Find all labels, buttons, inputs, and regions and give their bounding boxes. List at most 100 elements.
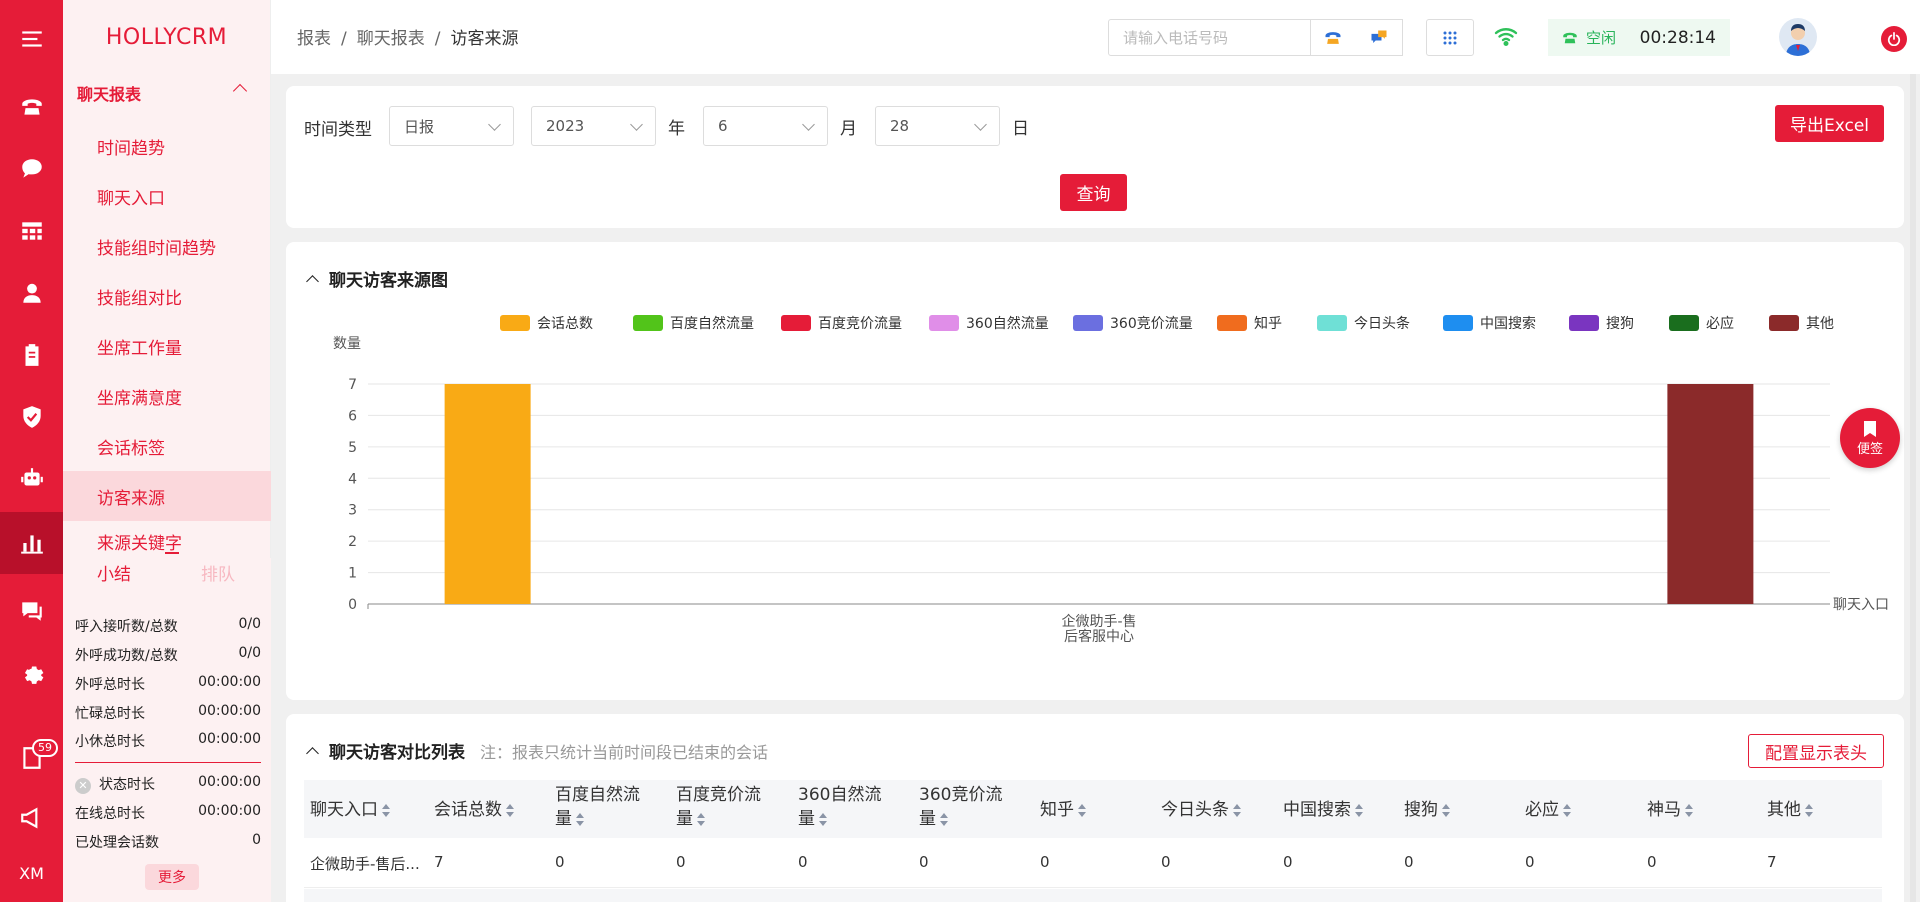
sort-icon[interactable] <box>576 812 585 826</box>
sort-icon[interactable] <box>1685 803 1694 817</box>
menu-item-chat-entry[interactable]: 聊天入口 <box>63 171 271 221</box>
table-section-title[interactable]: 聊天访客对比列表 <box>306 738 465 763</box>
column-header[interactable]: 360自然流量 <box>798 783 881 831</box>
menu-item-session-tags[interactable]: 会话标签 <box>63 421 271 471</box>
menu-item-visitor-source[interactable]: 访客来源 <box>63 471 271 521</box>
x-tick-label: 企微助手-售 <box>1061 613 1136 630</box>
sort-icon[interactable] <box>1805 803 1814 817</box>
megaphone-icon[interactable] <box>0 793 63 843</box>
sort-icon[interactable] <box>1233 803 1242 817</box>
dial-phone-icon[interactable] <box>1310 20 1356 55</box>
year-select[interactable]: 2023 <box>531 106 656 146</box>
sort-icon[interactable] <box>506 803 515 817</box>
menu-group-chat-report[interactable]: 聊天报表 <box>63 74 271 112</box>
query-button[interactable]: 查询 <box>1060 174 1127 211</box>
phone-number-input[interactable]: 请输入电话号码 <box>1108 19 1311 56</box>
column-header[interactable]: 搜狗 <box>1404 798 1451 822</box>
export-excel-button[interactable]: 导出Excel <box>1775 105 1884 142</box>
column-header[interactable]: 知乎 <box>1040 798 1087 822</box>
y-tick-label: 4 <box>348 471 357 487</box>
menu-item-skill-group-compare[interactable]: 技能组对比 <box>63 271 271 321</box>
sort-icon[interactable] <box>697 812 706 826</box>
legend-swatch <box>1443 315 1473 331</box>
menu-icon[interactable] <box>0 14 63 64</box>
column-header[interactable]: 神马 <box>1647 798 1694 822</box>
column-header[interactable]: 百度自然流量 <box>555 783 640 831</box>
chat-icon[interactable] <box>0 144 63 194</box>
summary-row: 忙碌总时长 00:00:00 <box>75 703 261 722</box>
menu-item-agent-satisfaction[interactable]: 坐席满意度 <box>63 371 271 421</box>
table-row[interactable] <box>304 838 1882 888</box>
bar-chart-icon[interactable] <box>0 512 63 574</box>
close-icon[interactable]: ✕ <box>75 778 91 794</box>
page-scrollbar[interactable] <box>1910 74 1916 902</box>
table-header <box>304 780 1882 838</box>
chevron-down-icon <box>974 118 987 131</box>
column-header[interactable]: 今日头条 <box>1161 798 1242 822</box>
column-header[interactable]: 聊天入口 <box>310 798 391 822</box>
column-header[interactable]: 其他 <box>1767 798 1814 822</box>
breadcrumb-item[interactable]: 报表 <box>297 29 331 49</box>
agent-status[interactable]: 空闲 00:28:14 <box>1548 19 1730 56</box>
time-type-select[interactable]: 日报 <box>389 106 514 146</box>
legend-label: 会话总数 <box>537 316 593 332</box>
chevron-down-icon <box>630 118 643 131</box>
month-select[interactable]: 6 <box>703 106 828 146</box>
configure-columns-button[interactable]: 配置显示表头 <box>1748 734 1884 768</box>
sms-icon[interactable] <box>1356 20 1402 55</box>
sort-icon[interactable] <box>1078 803 1087 817</box>
user-initials[interactable]: XM <box>0 848 63 898</box>
clipboard-icon[interactable] <box>0 330 63 380</box>
y-tick-label: 7 <box>348 377 357 393</box>
menu-item-skill-group-trend[interactable]: 技能组时间趋势 <box>63 221 271 271</box>
chart-section-title[interactable]: 聊天访客来源图 <box>306 266 448 291</box>
legend-label: 中国搜索 <box>1480 315 1536 332</box>
status-text: 空闲 <box>1586 29 1617 47</box>
sort-icon[interactable] <box>940 812 949 826</box>
sort-icon[interactable] <box>382 803 391 817</box>
column-header[interactable]: 中国搜索 <box>1283 798 1364 822</box>
user-icon[interactable] <box>0 268 63 318</box>
sort-icon[interactable] <box>1442 803 1451 817</box>
tab-summary[interactable]: 小结 <box>97 560 131 585</box>
tab-queue[interactable]: 排队 <box>201 560 235 585</box>
summary-row: 呼入接听数/总数 0/0 <box>75 616 261 635</box>
bar <box>1667 384 1754 604</box>
breadcrumb-item[interactable]: 聊天报表 <box>357 29 425 49</box>
column-header[interactable]: 百度竞价流量 <box>676 783 761 831</box>
sort-icon[interactable] <box>1563 803 1572 817</box>
menu-item-agent-workload[interactable]: 坐席工作量 <box>63 321 271 371</box>
column-header[interactable]: 必应 <box>1525 798 1572 822</box>
power-icon[interactable] <box>1881 26 1907 52</box>
column-header[interactable]: 360竞价流量 <box>919 783 1002 831</box>
book-icon[interactable]: 59 <box>0 733 63 783</box>
legend-label: 搜狗 <box>1606 316 1634 332</box>
sort-icon[interactable] <box>819 812 828 826</box>
legend-label: 知乎 <box>1254 315 1282 332</box>
legend-label: 必应 <box>1706 315 1734 332</box>
menu-item-time-trend[interactable]: 时间趋势 <box>63 121 271 171</box>
app-grid-icon[interactable] <box>1426 19 1474 56</box>
legend-swatch <box>1769 315 1799 331</box>
message-icon[interactable] <box>0 586 63 636</box>
bookmark-icon <box>1864 420 1876 437</box>
table-cell: 0 <box>1404 853 1414 871</box>
robot-icon[interactable] <box>0 454 63 504</box>
summary-panel: 小结 排队 呼入接听数/总数 0/0 外呼成功数/总数 0/0 外呼总时长 00:00… <box>63 552 271 902</box>
sort-icon[interactable] <box>1355 803 1364 817</box>
top-bar: 报表 / 聊天报表 / 访客来源 请输入电话号码 空闲 00:28:14 <box>271 0 1920 74</box>
legend-label: 百度自然流量 <box>670 315 754 332</box>
avatar[interactable] <box>1779 18 1817 56</box>
gear-icon[interactable] <box>0 648 63 698</box>
phone-icon[interactable] <box>0 82 63 132</box>
table-cell: 0 <box>919 853 929 871</box>
summary-row: 外呼总时长 00:00:00 <box>75 674 261 693</box>
grid-icon[interactable] <box>0 206 63 256</box>
more-button[interactable]: 更多 <box>145 864 199 890</box>
legend-swatch <box>1073 315 1103 331</box>
sticky-note-button[interactable]: 便签 <box>1840 408 1900 468</box>
shield-icon[interactable] <box>0 392 63 442</box>
day-select[interactable]: 28 <box>875 106 1000 146</box>
summary-tabs: 小结 排队 <box>63 552 271 588</box>
column-header[interactable]: 会话总数 <box>434 798 515 822</box>
